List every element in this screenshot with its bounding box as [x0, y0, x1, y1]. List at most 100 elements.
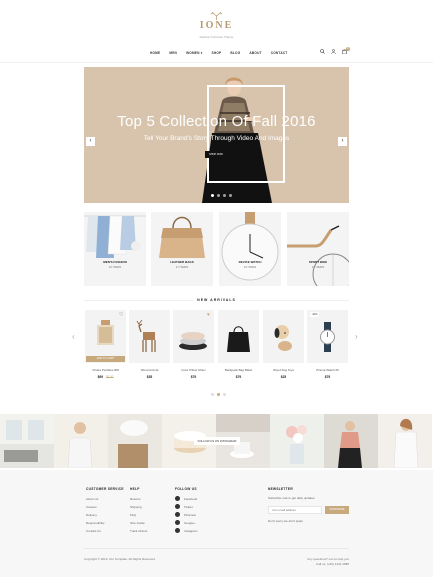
lamp-photo — [118, 420, 148, 468]
cart-button[interactable]: 0 — [342, 47, 350, 54]
category-count: 16 ITEMS — [243, 265, 257, 269]
hero-frame-decoration — [207, 85, 285, 183]
footer-social-pinterest[interactable]: Pinterest — [175, 512, 196, 517]
hero-slider[interactable]: Top 5 Collection Of Fall 2016 Tell Your … — [84, 67, 349, 203]
product-price: $79 — [235, 375, 242, 379]
wrist-watch-image — [320, 322, 335, 352]
follow-instagram-button[interactable]: FOLLOW US ON INSTAGRAM — [194, 437, 240, 445]
wishlist-heart-icon[interactable]: ♡ — [119, 312, 123, 318]
products-prev-button[interactable]: ‹ — [72, 332, 75, 341]
category-label: LEATHER BAGS — [170, 260, 194, 264]
products-next-button[interactable]: › — [355, 332, 358, 341]
instagram-photo[interactable] — [108, 414, 162, 468]
header-actions: 0 — [320, 47, 350, 54]
user-icon[interactable] — [331, 49, 336, 54]
antler-logo-icon — [210, 12, 223, 20]
nav-shop[interactable]: SHOP — [212, 51, 222, 55]
instagram-photo[interactable] — [324, 414, 378, 468]
product-old-price: $120 — [106, 375, 114, 379]
hero-dot-4[interactable] — [229, 194, 232, 197]
category-card-mens[interactable]: MEN'S FASHION 16 ITEMS — [84, 212, 146, 286]
category-card-bags[interactable]: LEATHER BAGS 17 ITEMS — [151, 212, 213, 286]
woman-white-photo — [393, 418, 419, 468]
social-label: Google+ — [184, 520, 196, 525]
search-icon[interactable] — [320, 49, 325, 54]
hero-dot-1[interactable] — [211, 194, 214, 197]
footer-link[interactable]: Contact Us — [86, 529, 101, 533]
footer-link[interactable]: Shipping — [130, 505, 142, 509]
product-name[interactable]: Backpack Bag Black — [218, 368, 259, 372]
shop-now-button[interactable]: SHOP NOW — [205, 151, 227, 158]
product-card[interactable]: ♥ — [173, 310, 214, 363]
chevron-right-icon: › — [341, 138, 344, 144]
category-card-watch[interactable]: DEVICE WATCH 16 ITEMS — [219, 212, 281, 286]
facebook-icon — [175, 496, 180, 501]
leather-bag-image — [159, 216, 205, 258]
chevron-right-icon: › — [355, 332, 358, 341]
hero-next-button[interactable]: › — [338, 137, 347, 146]
product-name[interactable]: Color Pillow Sham — [173, 368, 214, 372]
footer-social-google[interactable]: Google+ — [175, 520, 195, 525]
category-count: 17 ITEMS — [175, 265, 189, 269]
product-price: $25 — [280, 375, 287, 379]
nav-about[interactable]: ABOUT — [249, 51, 261, 55]
product-name[interactable]: Wood Animal — [129, 368, 170, 372]
footer-link[interactable]: About Us — [86, 497, 98, 501]
room-photo — [0, 414, 54, 462]
chevron-left-icon: ‹ — [89, 138, 92, 144]
social-label: Pinterest — [184, 512, 196, 517]
category-label: DEVICE WATCH — [238, 260, 262, 264]
nav-men[interactable]: MEN — [169, 51, 177, 55]
instagram-photo[interactable] — [0, 414, 54, 468]
product-name[interactable]: Prisma Watch 05 — [307, 368, 348, 372]
product-name[interactable]: Wood Dog Toys — [263, 368, 304, 372]
product-price: $99 $120 — [97, 375, 114, 379]
hero-pagination — [211, 194, 232, 197]
category-count: 16 ITEMS — [108, 265, 122, 269]
google-plus-icon — [175, 520, 180, 525]
footer-link[interactable]: Track Orders — [130, 529, 147, 533]
nav-blog[interactable]: BLOG — [230, 51, 240, 55]
hero-dot-3[interactable] — [223, 194, 226, 197]
nav-women[interactable]: WOMEN ▾ — [186, 51, 202, 55]
footer-link[interactable]: Delivery — [86, 513, 97, 517]
category-card-bike[interactable]: SPORT BIKE 12 ITEMS — [287, 212, 349, 286]
instagram-photo[interactable] — [378, 414, 432, 468]
instagram-photo[interactable] — [54, 414, 108, 468]
footer-social-facebook[interactable]: Facebook — [175, 496, 197, 501]
cart-count-badge: 0 — [346, 47, 350, 51]
footer-social-twitter[interactable]: Twitter — [175, 504, 193, 509]
footer-link[interactable]: Careers — [86, 505, 97, 509]
product-price: $35 — [146, 375, 153, 379]
product-card[interactable] — [129, 310, 170, 363]
footer-link[interactable]: Responsibility — [86, 521, 105, 525]
product-card[interactable] — [263, 310, 304, 363]
nav-home[interactable]: HOME — [150, 51, 160, 55]
social-label: Instagram — [184, 528, 198, 533]
wishlist-heart-icon[interactable]: ♥ — [207, 312, 210, 318]
add-to-cart-button[interactable]: ADD TO CART — [86, 356, 125, 362]
products-dot-1[interactable] — [211, 393, 214, 396]
footer-link[interactable]: Size Guide — [130, 521, 145, 525]
footer-social-instagram[interactable]: Instagram — [175, 528, 197, 533]
instagram-photo[interactable] — [270, 414, 324, 468]
woman-photo — [67, 422, 93, 468]
pinterest-icon — [175, 512, 180, 517]
category-label: SPORT BIKE — [308, 260, 328, 264]
product-card[interactable]: -10% — [307, 310, 348, 363]
hero-prev-button[interactable]: ‹ — [86, 137, 95, 146]
sale-badge: -10% — [310, 312, 319, 317]
products-dot-3[interactable] — [223, 393, 226, 396]
wall-clock-image — [221, 212, 279, 281]
subscribe-button[interactable]: SUBSCRIBE — [325, 506, 349, 514]
footer-link[interactable]: Returns — [130, 497, 141, 501]
hero-dot-2[interactable] — [217, 194, 220, 197]
newsletter-email-input[interactable] — [268, 506, 322, 514]
nav-contact[interactable]: CONTACT — [271, 51, 288, 55]
product-name[interactable]: Chiara Perillara 008 — [85, 368, 126, 372]
product-card[interactable] — [218, 310, 259, 363]
footer-link[interactable]: FAQ — [130, 513, 136, 517]
black-bag-image — [227, 326, 250, 352]
products-dot-2[interactable] — [217, 393, 220, 396]
site-logo[interactable]: IONE — [0, 20, 433, 31]
